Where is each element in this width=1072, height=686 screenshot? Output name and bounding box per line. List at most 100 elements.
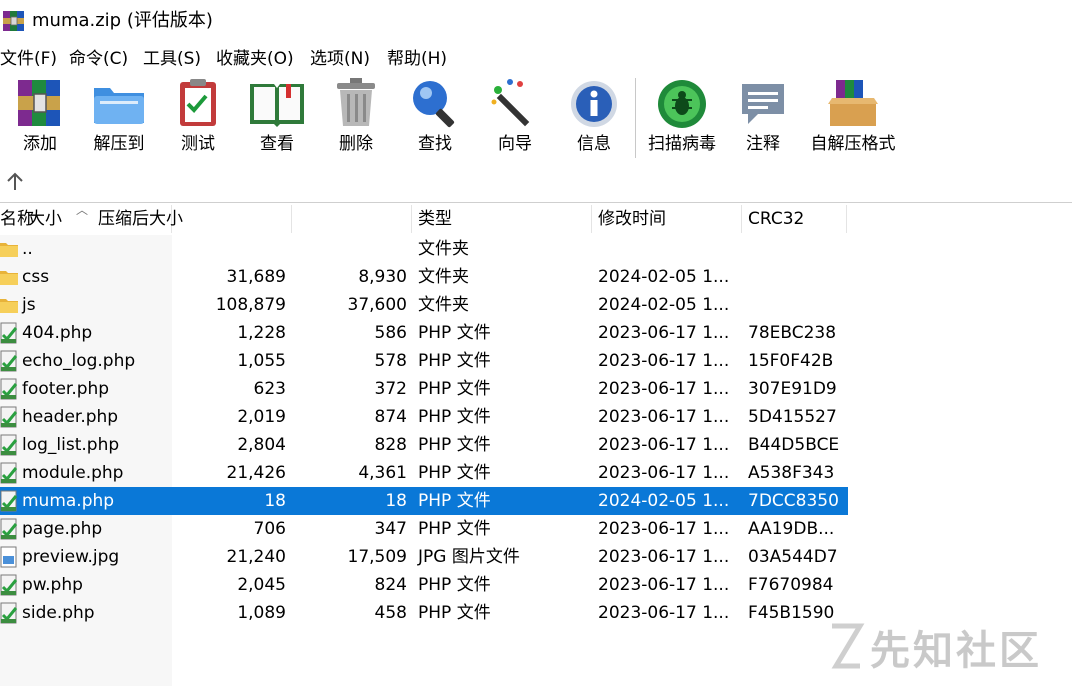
file-crc32: F45B1590 (748, 603, 835, 623)
file-packed-size: 37,600 (347, 295, 407, 315)
file-modified: 2023-06-17 1... (598, 379, 730, 399)
file-packed-size: 18 (385, 491, 407, 511)
column-header-size[interactable]: 大小 (28, 203, 62, 235)
column-divider[interactable] (591, 205, 592, 233)
sfx-button[interactable]: 自解压格式 (806, 76, 900, 162)
menu-file[interactable]: 文件(F) (0, 46, 57, 72)
column-header-crc[interactable]: CRC32 (748, 203, 804, 235)
file-packed-size: 17,509 (347, 547, 407, 567)
column-divider[interactable] (411, 205, 412, 233)
file-name: log_list.php (22, 435, 120, 455)
file-type: PHP 文件 (418, 407, 491, 427)
table-row[interactable]: 404.php 1,228 586 PHP 文件 2023-06-17 1... 78EB… (0, 319, 848, 347)
table-row[interactable]: log_list.php 2,804 828 PHP 文件 2023-06-17 1..… (0, 431, 848, 459)
file-crc32: B44D5BCE (748, 435, 840, 455)
file-modified: 2023-06-17 1... (598, 323, 730, 343)
file-packed-size: 824 (374, 575, 407, 595)
table-row[interactable]: preview.jpg 21,240 17,509 JPG 图片文件 2023-06-1… (0, 543, 848, 571)
table-row-selected[interactable]: muma.php 18 18 PHP 文件 2024-02-05 1... 7DCC835… (0, 487, 848, 515)
column-divider[interactable] (291, 205, 292, 233)
folder-extract-icon (94, 88, 144, 124)
table-row[interactable]: header.php 2,019 874 PHP 文件 2023-06-17 1... 5… (0, 403, 848, 431)
column-header-packed[interactable]: 压缩后大小 (98, 203, 183, 235)
file-name: module.php (22, 463, 124, 483)
trash-can-icon (337, 78, 375, 126)
file-modified: 2023-06-17 1... (598, 519, 730, 539)
file-packed-size: 458 (374, 603, 407, 623)
file-size: 31,689 (226, 267, 286, 287)
info-button[interactable]: 信息 (566, 76, 622, 162)
file-modified: 2024-02-05 1... (598, 267, 730, 287)
column-divider[interactable] (846, 205, 847, 233)
title-bar: muma.zip (评估版本) (0, 0, 1072, 44)
test-button[interactable]: 测试 (170, 76, 226, 162)
menu-options[interactable]: 选项(N) (310, 46, 370, 72)
file-packed-size: 828 (374, 435, 407, 455)
file-modified: 2023-06-17 1... (598, 351, 730, 371)
file-name: .. (22, 239, 33, 259)
table-row[interactable]: side.php 1,089 458 PHP 文件 2023-06-17 1... F45… (0, 599, 848, 627)
file-crc32: AA19DB... (748, 519, 835, 539)
sort-ascending-icon: ︿ (76, 203, 89, 217)
file-type: PHP 文件 (418, 379, 491, 399)
table-row[interactable]: js 108,879 37,600 文件夹 2024-02-05 1... (0, 291, 848, 319)
file-size: 1,089 (237, 603, 286, 623)
file-crc32: 78EBC238 (748, 323, 837, 343)
delete-label: 删除 (339, 134, 373, 154)
file-name: muma.php (22, 491, 115, 511)
file-modified: 2024-02-05 1... (598, 295, 730, 315)
file-packed-size: 4,361 (358, 463, 407, 483)
menu-favorites[interactable]: 收藏夹(O) (216, 46, 294, 72)
column-header-type[interactable]: 类型 (418, 203, 452, 235)
file-modified: 2023-06-17 1... (598, 575, 730, 595)
table-row[interactable]: pw.php 2,045 824 PHP 文件 2023-06-17 1... F7670… (0, 571, 848, 599)
file-modified: 2023-06-17 1... (598, 603, 730, 623)
table-row[interactable]: echo_log.php 1,055 578 PHP 文件 2023-06-17 1..… (0, 347, 848, 375)
file-name: echo_log.php (22, 351, 136, 371)
table-row[interactable]: .. 文件夹 (0, 235, 848, 263)
table-row[interactable]: css 31,689 8,930 文件夹 2024-02-05 1... (0, 263, 848, 291)
file-name: side.php (22, 603, 95, 623)
file-packed-size: 578 (374, 351, 407, 371)
menu-tools[interactable]: 工具(S) (143, 46, 201, 72)
table-row[interactable]: footer.php 623 372 PHP 文件 2023-06-17 1... 307… (0, 375, 848, 403)
menu-help[interactable]: 帮助(H) (387, 46, 447, 72)
magnifier-icon (413, 81, 455, 128)
file-type: 文件夹 (418, 295, 469, 315)
file-name: css (22, 267, 50, 287)
column-divider[interactable] (741, 205, 742, 233)
clipboard-check-icon (180, 79, 216, 126)
comment-button[interactable]: 注释 (736, 76, 790, 162)
file-name: footer.php (22, 379, 110, 399)
file-size: 108,879 (215, 295, 286, 315)
file-packed-size: 586 (374, 323, 407, 343)
add-button[interactable]: 添加 (10, 76, 70, 162)
file-crc32: A538F343 (748, 463, 835, 483)
table-row[interactable]: module.php 21,426 4,361 PHP 文件 2023-06-17 1.… (0, 459, 848, 487)
delete-button[interactable]: 删除 (328, 76, 384, 162)
file-modified: 2023-06-17 1... (598, 407, 730, 427)
menu-commands[interactable]: 命令(C) (69, 46, 128, 72)
view-button[interactable]: 查看 (244, 76, 310, 162)
file-name: 404.php (22, 323, 93, 343)
file-size: 21,426 (226, 463, 286, 483)
sfx-box-icon (828, 80, 878, 126)
speech-bubble-icon (742, 84, 784, 124)
up-arrow-icon[interactable] (4, 170, 26, 194)
find-button[interactable]: 查找 (406, 76, 464, 162)
add-archive-icon (18, 80, 60, 126)
view-label: 查看 (260, 134, 294, 154)
file-name: page.php (22, 519, 103, 539)
add-label: 添加 (23, 134, 57, 154)
scan-virus-button[interactable]: 扫描病毒 (644, 76, 720, 162)
watermark-logo-icon (831, 623, 865, 669)
table-row[interactable]: page.php 706 347 PHP 文件 2023-06-17 1... AA19D… (0, 515, 848, 543)
file-modified: 2024-02-05 1... (598, 491, 730, 511)
file-size: 623 (253, 379, 286, 399)
wizard-button[interactable]: 向导 (486, 76, 544, 162)
file-name: preview.jpg (22, 547, 120, 567)
column-header-modified[interactable]: 修改时间 (598, 203, 666, 235)
file-packed-size: 372 (374, 379, 407, 399)
extract-to-button[interactable]: 解压到 (88, 76, 150, 162)
scan-virus-label: 扫描病毒 (648, 134, 716, 154)
